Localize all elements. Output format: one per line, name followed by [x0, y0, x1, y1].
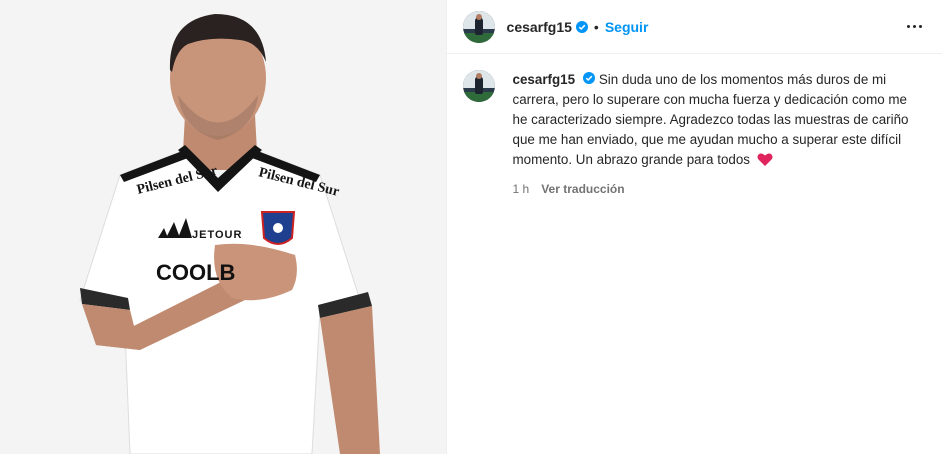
- caption-avatar[interactable]: [462, 70, 495, 102]
- separator-dot: •: [593, 18, 599, 35]
- post-time: 1 h: [512, 182, 530, 196]
- caption-body: cesarfg15 Sin duda uno de los momentos m…: [513, 70, 923, 196]
- player-photo: Pilsen del Sur Pilsen del Sur JETOUR COO…: [0, 0, 446, 454]
- verified-badge-icon: [575, 20, 588, 33]
- author-username[interactable]: cesarfg15: [507, 19, 572, 35]
- author-avatar[interactable]: [462, 10, 495, 43]
- red-heart-icon: [757, 152, 773, 173]
- post-header: cesarfg15 • Seguir: [446, 0, 942, 54]
- caption-meta: 1 h Ver traducción: [513, 182, 923, 196]
- caption-username[interactable]: cesarfg15: [513, 72, 576, 87]
- follow-button[interactable]: Seguir: [605, 19, 649, 35]
- caption-text-block: cesarfg15 Sin duda uno de los momentos m…: [513, 70, 923, 173]
- more-options-icon[interactable]: [902, 15, 926, 39]
- sponsor-chest: JETOUR: [192, 229, 242, 241]
- caption-verified-icon: [583, 72, 596, 84]
- sponsor-main: COOLB: [156, 260, 235, 285]
- instagram-post: Pilsen del Sur Pilsen del Sur JETOUR COO…: [0, 0, 942, 454]
- caption-comment: cesarfg15 Sin duda uno de los momentos m…: [447, 54, 942, 196]
- post-photo[interactable]: Pilsen del Sur Pilsen del Sur JETOUR COO…: [0, 0, 447, 454]
- post-sidebar: cesarfg15 • Seguir cesarfg15 Sin duda un…: [446, 0, 942, 454]
- see-translation-link[interactable]: Ver traducción: [541, 182, 624, 196]
